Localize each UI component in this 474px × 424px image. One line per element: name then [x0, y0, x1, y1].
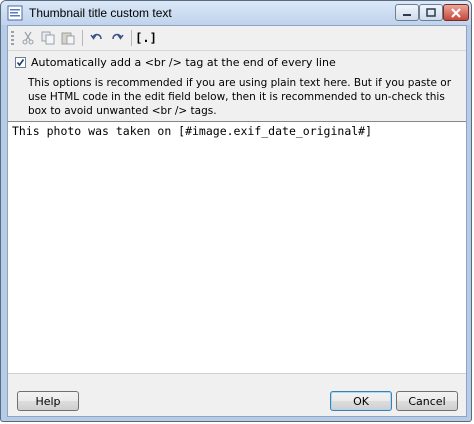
dialog-content: [.] Automatically add a <br /> tag at th…: [7, 25, 467, 417]
auto-br-checkbox[interactable]: [15, 57, 26, 68]
title-bar[interactable]: Thumbnail title custom text: [1, 1, 471, 25]
toolbar-separator: [131, 30, 132, 46]
custom-text-editor[interactable]: This photo was taken on [#image.exif_dat…: [8, 121, 466, 374]
undo-icon: [90, 33, 102, 40]
code-brackets-button[interactable]: [.]: [135, 29, 157, 47]
cut-icon: [22, 31, 34, 45]
toolbar-separator: [82, 30, 83, 46]
maximize-icon: [426, 8, 436, 17]
redo-icon: [112, 33, 124, 40]
auto-br-option[interactable]: Automatically add a <br /> tag at the en…: [15, 56, 336, 69]
minimize-icon: [403, 13, 411, 16]
auto-br-label: Automatically add a <br /> tag at the en…: [31, 56, 336, 69]
editor-content[interactable]: This photo was taken on [#image.exif_dat…: [12, 124, 372, 138]
cut-button[interactable]: [19, 29, 37, 47]
minimize-button[interactable]: [395, 4, 419, 21]
ok-button[interactable]: OK: [330, 391, 392, 411]
editor-toolbar: [.]: [8, 26, 466, 51]
copy-button[interactable]: [39, 29, 57, 47]
help-button[interactable]: Help: [17, 391, 79, 411]
redo-button[interactable]: [108, 29, 126, 47]
window-title: Thumbnail title custom text: [29, 6, 172, 20]
close-icon: [451, 7, 461, 18]
checkmark-icon: [16, 59, 25, 67]
close-button[interactable]: [443, 4, 469, 21]
dialog-window: Thumbnail title custom text [.] Automati…: [0, 0, 472, 422]
code-brackets-icon: [.]: [135, 31, 157, 45]
copy-icon: [41, 31, 55, 45]
toolbar-grip[interactable]: [11, 31, 14, 45]
undo-button[interactable]: [88, 29, 106, 47]
maximize-button[interactable]: [419, 4, 443, 21]
app-icon: [7, 5, 23, 21]
plain-text-notice: This options is recommended if you are u…: [28, 77, 452, 117]
cancel-button[interactable]: Cancel: [396, 391, 458, 411]
paste-icon: [61, 32, 75, 45]
paste-button[interactable]: [59, 29, 77, 47]
